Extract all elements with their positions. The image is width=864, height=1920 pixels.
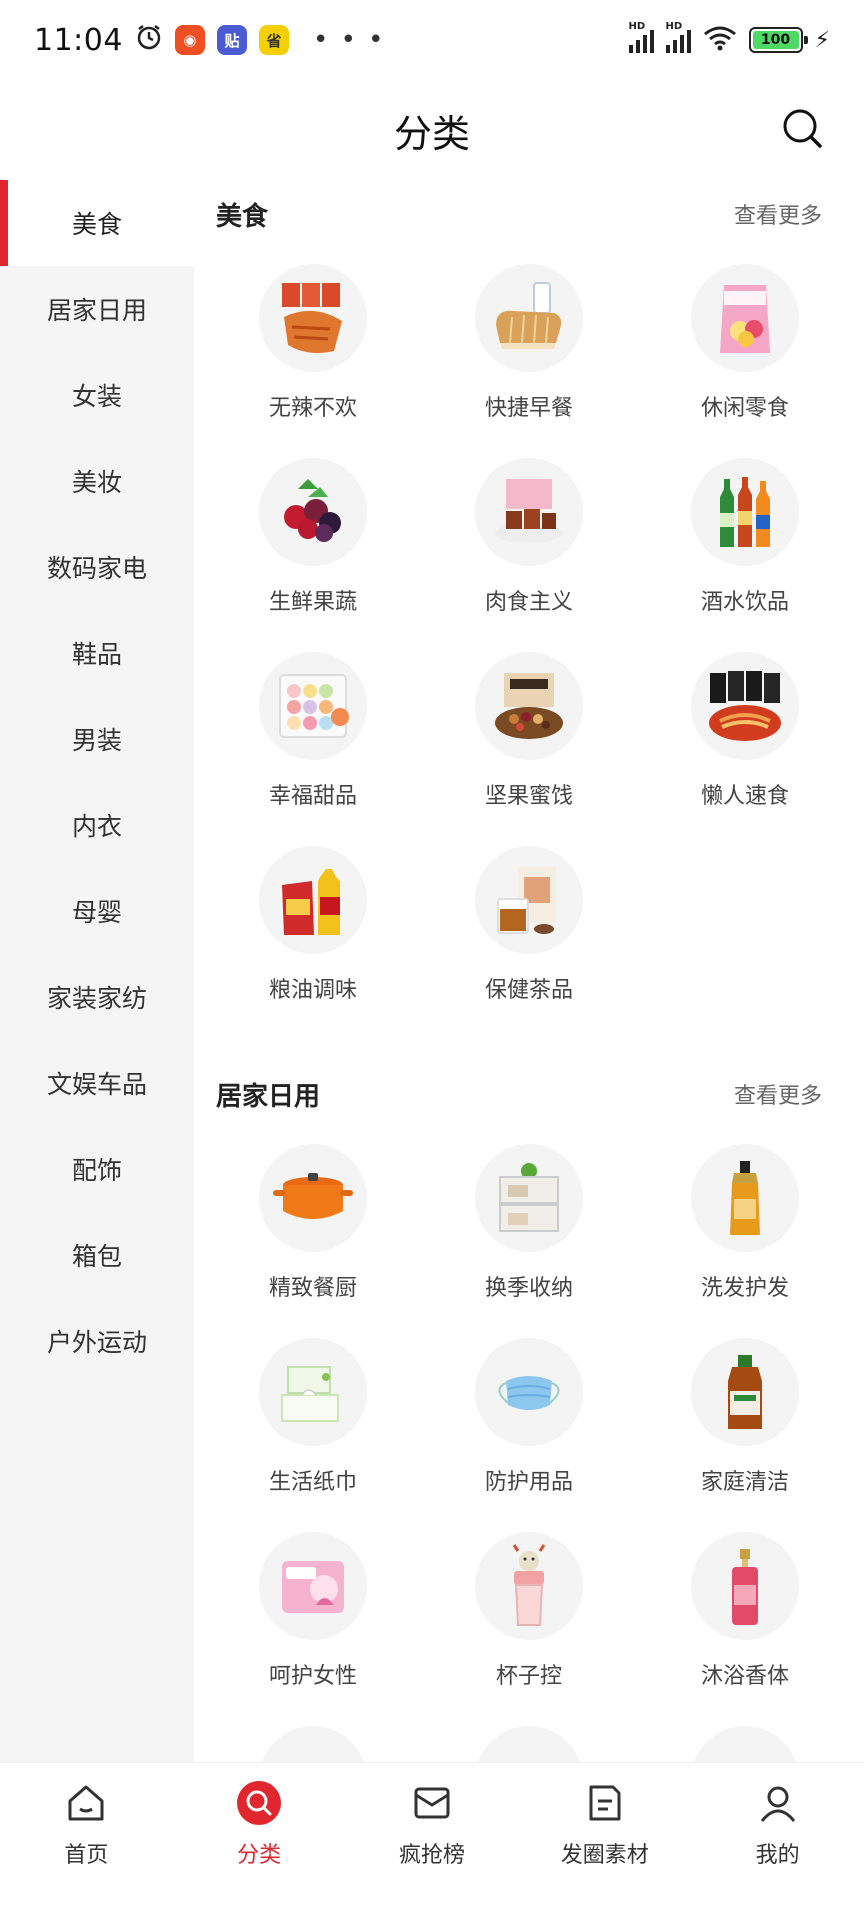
subcategory-item[interactable] [205, 1710, 421, 1762]
tissue-icon [259, 1338, 367, 1446]
meat-icon [475, 458, 583, 566]
subcategory-item[interactable]: 防护用品 [421, 1322, 637, 1516]
bottles-icon [691, 458, 799, 566]
taobao-app-icon: 省 [258, 25, 289, 55]
home-icon [60, 1777, 112, 1829]
noodles-icon [691, 652, 799, 760]
document-icon [579, 1777, 631, 1829]
subcategory-item[interactable]: 保健茶品 [421, 830, 637, 1024]
subcategory-item[interactable]: 家庭清洁 [637, 1322, 853, 1516]
page-title: 分类 [393, 111, 470, 156]
subcategory-item[interactable]: 精致餐厨 [205, 1128, 421, 1322]
sidebar-item-womens-wear[interactable]: 女装 [0, 352, 194, 438]
subcategory-item[interactable]: 懒人速食 [637, 636, 853, 830]
tab-category[interactable]: 分类 [173, 1777, 345, 1920]
sidebar-item-mens-wear[interactable]: 男装 [0, 696, 194, 782]
bottom-tab-bar: 首页 分类 疯抢榜 发圈素材 我的 [0, 1762, 864, 1920]
sidebar-item-household[interactable]: 居家日用 [0, 266, 194, 352]
signal-icon: HD [628, 21, 654, 53]
sidebar-item-shoes[interactable]: 鞋品 [0, 610, 194, 696]
tab-profile[interactable]: 我的 [692, 1777, 864, 1920]
sidebar-item-outdoor[interactable]: 户外运动 [0, 1298, 194, 1384]
subcategory-item[interactable]: 酒水饮品 [637, 442, 853, 636]
battery-icon: 100 [748, 27, 808, 53]
section-title: 居家日用 [216, 1081, 321, 1112]
sidebar-item-accessories[interactable]: 配饰 [0, 1126, 194, 1212]
subcategory-item[interactable]: 肉食主义 [421, 442, 637, 636]
subcategory-item[interactable]: 无辣不欢 [205, 248, 421, 442]
subcategory-item[interactable]: 换季收纳 [421, 1128, 637, 1322]
berries-icon [259, 458, 367, 566]
subcategory-item[interactable]: 洗发护发 [637, 1128, 853, 1322]
sidebar-item-home-textile[interactable]: 家装家纺 [0, 954, 194, 1040]
subcategory-item[interactable]: 粮油调味 [205, 830, 421, 1024]
status-time: 11:04 [34, 22, 123, 58]
user-icon [752, 1777, 804, 1829]
subcategory-item[interactable]: 幸福甜品 [205, 636, 421, 830]
view-more-link[interactable]: 查看更多 [734, 1078, 822, 1110]
page-header: 分类 [0, 80, 864, 180]
ranking-icon [406, 1777, 458, 1829]
sidebar-item-food[interactable]: 美食 [0, 180, 194, 266]
mask-icon [475, 1338, 583, 1446]
subcategory-grid: 精致餐厨 换季收纳 洗发护发 生活纸巾 防护用品 家庭清洁 呵护女性 杯子控 沐… [194, 1128, 864, 1762]
tea-icon [475, 846, 583, 954]
tab-materials[interactable]: 发圈素材 [519, 1777, 691, 1920]
sidebar-item-electronics[interactable]: 数码家电 [0, 524, 194, 610]
bread-icon [475, 264, 583, 372]
cup-icon [475, 1532, 583, 1640]
tab-home[interactable]: 首页 [0, 1777, 172, 1920]
sidebar-item-underwear[interactable]: 内衣 [0, 782, 194, 868]
subcategory-item[interactable]: 沐浴香体 [637, 1516, 853, 1710]
subcategory-item[interactable]: 生鲜果蔬 [205, 442, 421, 636]
cleaner-bottle-icon [691, 1338, 799, 1446]
subcategory-item[interactable]: 快捷早餐 [421, 248, 637, 442]
body-mist-icon [691, 1532, 799, 1640]
tieba-app-icon: 贴 [216, 25, 247, 55]
lion-app-icon: ◉ [174, 25, 205, 55]
sidebar-item-beauty[interactable]: 美妆 [0, 438, 194, 524]
subcategory-item[interactable]: 休闲零食 [637, 248, 853, 442]
section-header: 居家日用 查看更多 [194, 1060, 864, 1128]
oil-rice-icon [259, 846, 367, 954]
sidebar-item-bags[interactable]: 箱包 [0, 1212, 194, 1298]
sidebar-item-baby[interactable]: 母婴 [0, 868, 194, 954]
more-notifications-icon: • • • [312, 25, 386, 55]
storage-box-icon [475, 1144, 583, 1252]
charging-icon: ⚡ [814, 27, 830, 53]
section-header: 美食 查看更多 [194, 180, 864, 248]
subcategory-item[interactable] [637, 1710, 853, 1762]
snack-bag-icon [691, 264, 799, 372]
status-bar: 11:04 ◉ 贴 省 • • • HD HD 100 ⚡ [0, 0, 864, 80]
subcategory-item[interactable]: 生活纸巾 [205, 1322, 421, 1516]
signal-icon-2: HD [665, 21, 691, 53]
spicy-snack-icon [259, 264, 367, 372]
subcategory-item[interactable]: 杯子控 [421, 1516, 637, 1710]
macaron-icon [259, 652, 367, 760]
sidebar-item-entertainment-car[interactable]: 文娱车品 [0, 1040, 194, 1126]
category-content: 美食 查看更多 无辣不欢 快捷早餐 休闲零食 生鲜果蔬 肉食主义 酒水饮品 幸福… [194, 180, 864, 1762]
category-search-icon [233, 1777, 285, 1829]
subcategory-grid: 无辣不欢 快捷早餐 休闲零食 生鲜果蔬 肉食主义 酒水饮品 幸福甜品 坚果蜜饯 … [194, 248, 864, 1024]
subcategory-item[interactable]: 呵护女性 [205, 1516, 421, 1710]
pot-icon [259, 1144, 367, 1252]
tab-ranking[interactable]: 疯抢榜 [346, 1777, 518, 1920]
subcategory-item[interactable]: 坚果蜜饯 [421, 636, 637, 830]
alarm-icon [135, 23, 163, 58]
search-icon[interactable] [778, 104, 828, 154]
category-sidebar: 美食 居家日用 女装 美妆 数码家电 鞋品 男装 内衣 母婴 家装家纺 文娱车品… [0, 180, 194, 1762]
wifi-icon [703, 25, 737, 55]
view-more-link[interactable]: 查看更多 [734, 198, 822, 230]
nuts-icon [475, 652, 583, 760]
sanitary-pad-icon [259, 1532, 367, 1640]
shampoo-icon [691, 1144, 799, 1252]
section-title: 美食 [216, 201, 269, 232]
subcategory-item[interactable] [421, 1710, 637, 1762]
